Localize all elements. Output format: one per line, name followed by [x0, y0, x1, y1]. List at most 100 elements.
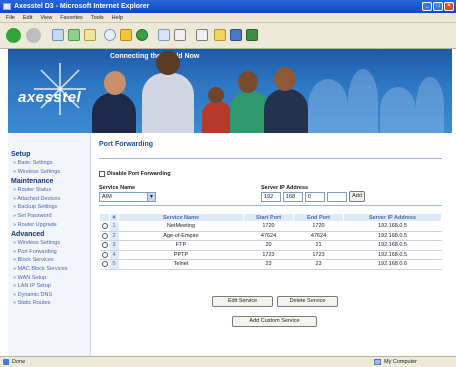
minimize-button[interactable]: _ — [422, 2, 432, 11]
edit-service-button[interactable]: Edit Service — [212, 296, 273, 307]
row-service-name: PPTP — [118, 250, 244, 260]
table-row: 2 Age-of-Empire 47624 47624 192.168.0.5 — [99, 231, 442, 241]
service-name-label: Service Name — [99, 185, 136, 191]
window-title: Axesstel D3 - Microsoft Internet Explore… — [14, 3, 150, 10]
row-end-port: 21 — [293, 240, 344, 251]
row-number: 3 — [109, 240, 119, 251]
row-number: 1 — [109, 221, 119, 232]
forward-icon[interactable] — [26, 28, 41, 43]
messenger-icon[interactable] — [246, 29, 258, 41]
row-service-name: FTP — [118, 240, 244, 251]
row-select-radio[interactable] — [101, 251, 108, 258]
sidebar-item-wireless-settings-adv[interactable]: Wireless Settings — [8, 239, 90, 248]
service-name-select[interactable]: AIM ▼ — [99, 192, 156, 202]
table-row: 1 NetMeeting 1720 1720 192.168.0.5 — [99, 221, 442, 232]
table-header-number: # — [109, 213, 119, 222]
back-icon[interactable] — [6, 28, 21, 43]
person-head — [156, 51, 180, 75]
row-server-ip: 192.168.0.5 — [343, 221, 442, 232]
row-select-radio[interactable] — [101, 242, 108, 249]
menu-help[interactable]: Help — [112, 13, 123, 22]
sidebar-item-block-services[interactable]: Block Services — [8, 256, 90, 265]
sidebar-item-attached-devices[interactable]: Attached Devices — [8, 195, 90, 204]
sidebar-item-basic-settings[interactable]: Basic Settings — [8, 159, 90, 168]
row-service-name: Age-of-Empire — [118, 231, 244, 241]
sidebar-item-set-password[interactable]: Set Password — [8, 212, 90, 221]
ip-octet-4[interactable] — [327, 192, 347, 202]
disable-port-forwarding-checkbox[interactable] — [99, 171, 105, 177]
sidebar-item-wan-setup[interactable]: WAN Setup — [8, 274, 90, 283]
main-content: Port Forwarding Disable Port Forwarding … — [91, 133, 452, 356]
row-server-ip: 192.168.0.6 — [343, 259, 442, 270]
sidebar-heading-setup: Setup — [11, 151, 31, 158]
table-header-start-port: Start Port — [243, 213, 294, 222]
person-figure — [202, 101, 232, 133]
sidebar-item-backup-settings[interactable]: Backup Settings — [8, 203, 90, 212]
person-head — [208, 87, 224, 103]
brand-logo: axesstel — [18, 89, 82, 106]
print-icon[interactable] — [196, 29, 208, 41]
close-button[interactable]: × — [444, 2, 454, 11]
row-select-radio[interactable] — [101, 223, 108, 230]
row-start-port: 47624 — [243, 231, 294, 241]
home-icon[interactable] — [84, 29, 96, 41]
dome-shape — [308, 79, 348, 133]
stop-icon[interactable] — [52, 29, 64, 41]
sidebar-item-router-status[interactable]: Router Status — [8, 186, 90, 195]
row-number: 5 — [109, 259, 119, 270]
chevron-down-icon[interactable]: ▼ — [147, 193, 155, 201]
table-header-service-name: Service Name — [118, 213, 244, 222]
refresh-icon[interactable] — [68, 29, 80, 41]
mail-icon[interactable] — [174, 29, 186, 41]
sidebar-item-mac-block-services[interactable]: MAC Block Services — [8, 265, 90, 274]
service-name-value: AIM — [102, 194, 112, 200]
sidebar-item-dynamic-dns[interactable]: Dynamic DNS — [8, 291, 90, 300]
row-end-port: 47624 — [293, 231, 344, 241]
sidebar-item-lan-ip-setup[interactable]: LAN IP Setup — [8, 282, 90, 291]
port-forwarding-table: # Service Name Start Port End Port Serve… — [99, 213, 442, 270]
menu-favorites[interactable]: Favorites — [60, 13, 83, 22]
window-controls: _ □ × — [422, 2, 454, 11]
menu-tools[interactable]: Tools — [91, 13, 104, 22]
sidebar-item-static-routes[interactable]: Static Routes — [8, 299, 90, 308]
table-row: 5 Telnet 23 23 192.168.0.6 — [99, 259, 442, 270]
history-icon[interactable] — [158, 29, 170, 41]
ip-octet-3[interactable]: 0 — [305, 192, 325, 202]
favorites-icon[interactable] — [120, 29, 132, 41]
add-custom-service-button[interactable]: Add Custom Service — [232, 316, 317, 327]
row-start-port: 1723 — [243, 250, 294, 260]
menu-view[interactable]: View — [40, 13, 52, 22]
maximize-button[interactable]: □ — [433, 2, 443, 11]
media-icon[interactable] — [136, 29, 148, 41]
page-done-icon — [3, 359, 9, 365]
ip-octet-2[interactable]: 168 — [283, 192, 303, 202]
row-server-ip: 192.168.0.5 — [343, 240, 442, 251]
browser-toolbar — [0, 23, 456, 49]
menu-bar: File Edit View Favorites Tools Help — [0, 13, 456, 23]
search-icon[interactable] — [104, 29, 116, 41]
menu-edit[interactable]: Edit — [23, 13, 32, 22]
person-head — [274, 67, 296, 91]
status-text: Done — [12, 359, 26, 365]
menu-file[interactable]: File — [6, 13, 15, 22]
edit-icon[interactable] — [214, 29, 226, 41]
delete-service-button[interactable]: Delete Service — [277, 296, 338, 307]
table-header-end-port: End Port — [293, 213, 344, 222]
sidebar-heading-maintenance: Maintenance — [11, 178, 54, 186]
sidebar-item-router-upgrade[interactable]: Router Upgrade — [8, 221, 90, 230]
add-button[interactable]: Add — [349, 191, 365, 202]
discuss-icon[interactable] — [230, 29, 242, 41]
server-ip-label: Server IP Address — [261, 185, 309, 191]
disable-port-forwarding-label: Disable Port Forwarding — [107, 171, 171, 177]
table-row: 4 PPTP 1723 1723 192.168.0.5 — [99, 250, 442, 260]
table-header-row: # Service Name Start Port End Port Serve… — [99, 213, 442, 222]
table-header-server-ip: Server IP Address — [343, 213, 442, 222]
sidebar-item-port-forwarding[interactable]: Port Forwarding — [8, 248, 90, 257]
ip-octet-1[interactable]: 192 — [261, 192, 281, 202]
dome-shape — [416, 77, 444, 133]
person-head — [238, 71, 258, 93]
sidebar-nav: Setup Basic Settings Wireless Settings M… — [8, 133, 91, 356]
row-select-radio[interactable] — [101, 261, 108, 268]
row-select-radio[interactable] — [101, 232, 108, 239]
sidebar-item-wireless-settings[interactable]: Wireless Settings — [8, 168, 90, 177]
